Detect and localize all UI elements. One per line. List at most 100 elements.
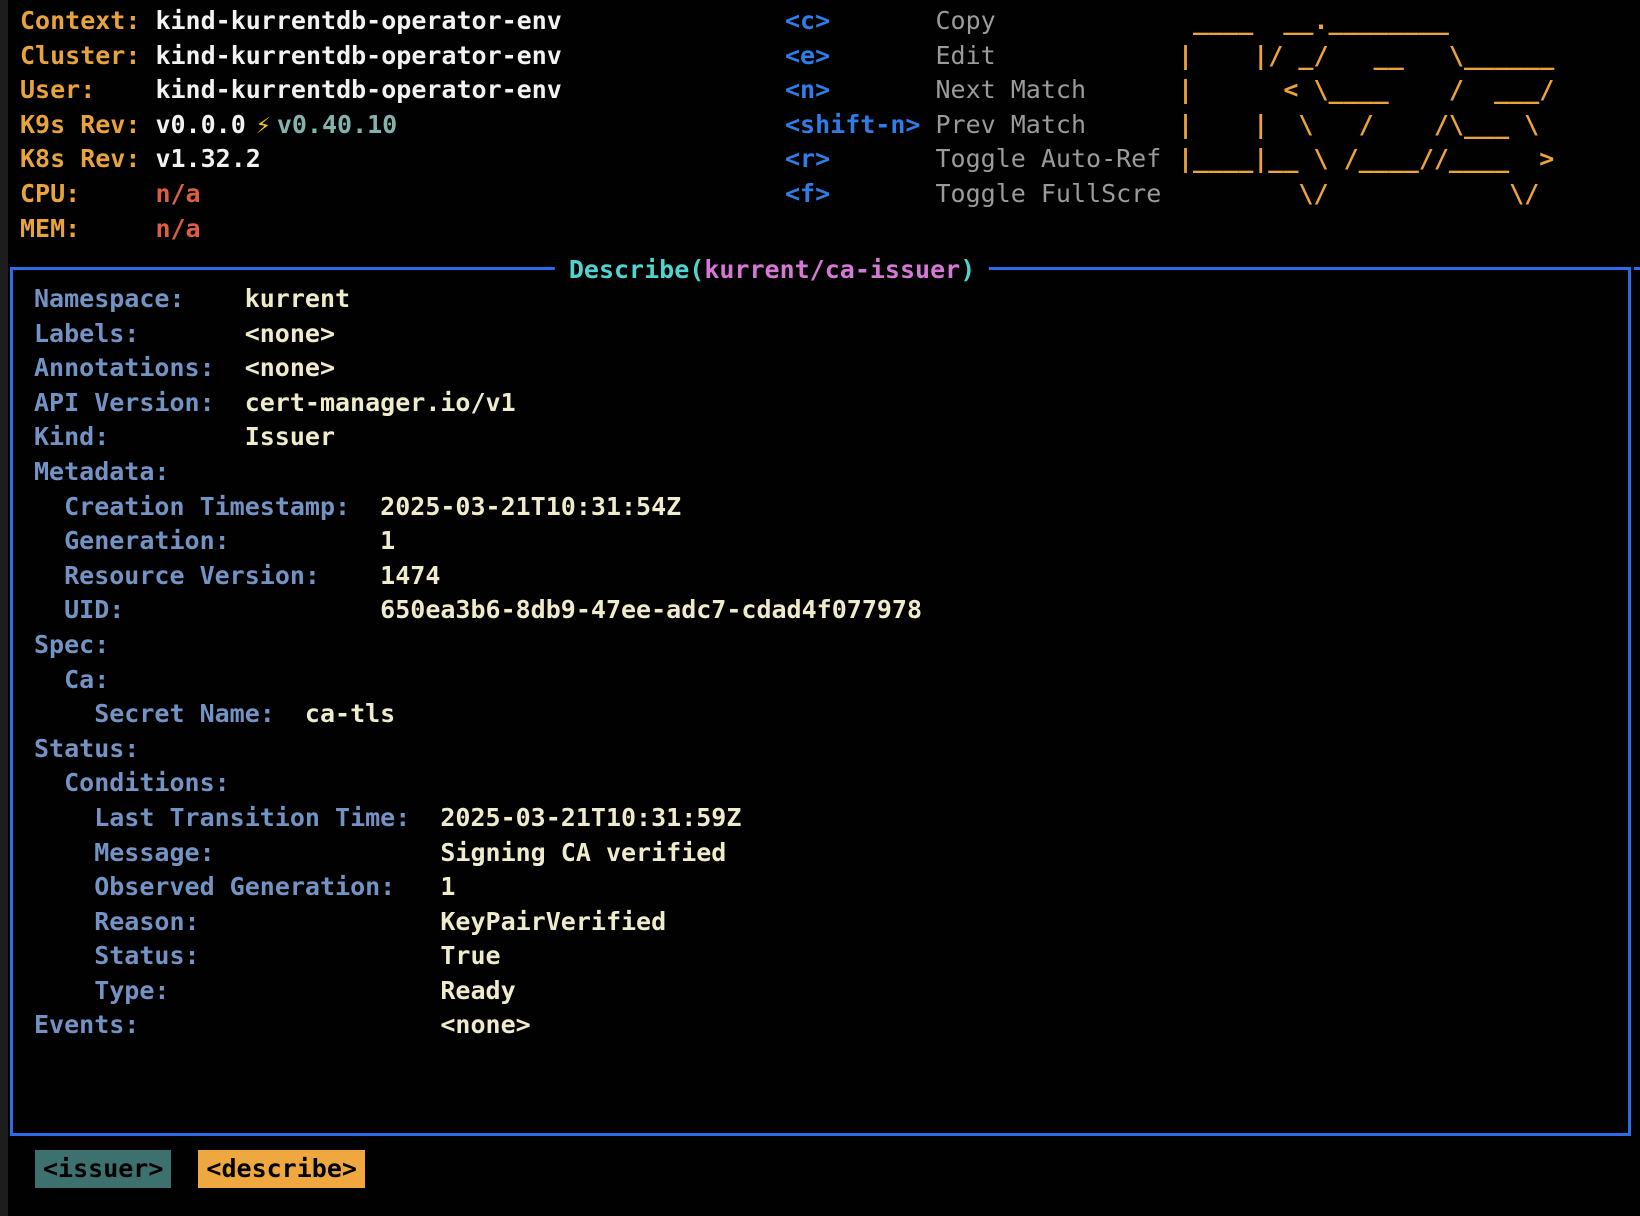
- logo-line: ____ __.________: [1178, 4, 1554, 39]
- cluster-info: Context:kind-kurrentdb-operator-env Clus…: [20, 4, 562, 246]
- logo-line: |____|__ \ /____//____ >: [1178, 142, 1554, 177]
- describe-key: Events:: [34, 1008, 440, 1043]
- breadcrumb: <issuer> <describe>: [35, 1150, 365, 1188]
- describe-value: 1474: [380, 561, 440, 590]
- k9s-ascii-logo: ____ __.________ | |/ _/ __ \______ | < …: [1178, 4, 1554, 212]
- describe-content[interactable]: Namespace:kurrent Labels:<none> Annotati…: [34, 282, 1628, 1043]
- describe-panel: Describe(kurrent/ca-issuer) Namespace:ku…: [10, 267, 1631, 1136]
- cluster-row: Cluster:kind-kurrentdb-operator-env: [20, 39, 562, 74]
- describe-line: Message:Signing CA verified: [34, 836, 1628, 871]
- describe-key: Kind:: [34, 420, 245, 455]
- describe-key: Spec:: [34, 628, 245, 663]
- describe-line: Metadata:: [34, 455, 1628, 490]
- describe-value: <none>: [440, 1010, 530, 1039]
- panel-title-resource: kurrent/ca-issuer: [704, 255, 960, 284]
- describe-line: Conditions:: [34, 766, 1628, 801]
- describe-value: True: [440, 941, 500, 970]
- describe-value: 1: [380, 526, 395, 555]
- describe-key: Annotations:: [34, 351, 245, 386]
- describe-line: Events:<none>: [34, 1008, 1628, 1043]
- shortcut-key: <r>: [785, 142, 936, 177]
- cluster-label: Cluster:: [20, 39, 155, 74]
- logo-line: | | \ / /\___ \: [1178, 108, 1554, 143]
- k9s-rev-label: K9s Rev:: [20, 108, 155, 143]
- describe-line: Status:True: [34, 939, 1628, 974]
- cpu-row: CPU:n/a: [20, 177, 562, 212]
- describe-key: Labels:: [34, 317, 245, 352]
- describe-line: Last Transition Time:2025-03-21T10:31:59…: [34, 801, 1628, 836]
- describe-line: Ca:: [34, 663, 1628, 698]
- shortcut-desc: Edit: [936, 41, 996, 70]
- context-value: kind-kurrentdb-operator-env: [155, 6, 561, 35]
- shortcut-key: <f>: [785, 177, 936, 212]
- mem-row: MEM:n/a: [20, 212, 562, 247]
- describe-value: KeyPairVerified: [440, 907, 666, 936]
- cpu-label: CPU:: [20, 177, 155, 212]
- shortcut-desc: Toggle FullScre: [936, 179, 1162, 208]
- describe-key: Namespace:: [34, 282, 245, 317]
- panel-title: Describe(kurrent/ca-issuer): [555, 252, 989, 288]
- describe-key: Creation Timestamp:: [34, 490, 380, 525]
- describe-line: Secret Name:ca-tls: [34, 697, 1628, 732]
- describe-key: UID:: [34, 593, 380, 628]
- user-row: User:kind-kurrentdb-operator-env: [20, 73, 562, 108]
- mem-label: MEM:: [20, 212, 155, 247]
- describe-key: Metadata:: [34, 455, 245, 490]
- shortcut-desc: Prev Match: [936, 110, 1087, 139]
- describe-key: Reason:: [34, 905, 440, 940]
- shortcut-toggle-autorefresh[interactable]: <r>Toggle Auto-Ref: [785, 142, 1161, 177]
- logo-line: | |/ _/ __ \______: [1178, 39, 1554, 74]
- describe-line: Labels:<none>: [34, 317, 1628, 352]
- context-label: Context:: [20, 4, 155, 39]
- k8s-rev-label: K8s Rev:: [20, 142, 155, 177]
- describe-value: <none>: [245, 319, 335, 348]
- describe-line: Generation:1: [34, 524, 1628, 559]
- describe-line: Annotations:<none>: [34, 351, 1628, 386]
- crumb-issuer[interactable]: <issuer>: [35, 1150, 171, 1188]
- describe-line: Type:Ready: [34, 974, 1628, 1009]
- describe-value: <none>: [245, 353, 335, 382]
- describe-value: kurrent: [245, 284, 350, 313]
- user-label: User:: [20, 73, 155, 108]
- describe-key: Type:: [34, 974, 440, 1009]
- shortcut-prev-match[interactable]: <shift-n>Prev Match: [785, 108, 1161, 143]
- describe-line: Spec:: [34, 628, 1628, 663]
- shortcut-menu: <c>Copy <e>Edit <n>Next Match <shift-n>P…: [785, 4, 1161, 212]
- adjacent-panel-border: [1634, 267, 1640, 270]
- k8s-rev-row: K8s Rev:v1.32.2: [20, 142, 562, 177]
- shortcut-desc: Toggle Auto-Ref: [936, 144, 1162, 173]
- shortcut-edit[interactable]: <e>Edit: [785, 39, 1161, 74]
- describe-value: 2025-03-21T10:31:59Z: [440, 803, 741, 832]
- shortcut-next-match[interactable]: <n>Next Match: [785, 73, 1161, 108]
- shortcut-key: <shift-n>: [785, 108, 936, 143]
- describe-key: Ca:: [34, 663, 305, 698]
- describe-line: Resource Version:1474: [34, 559, 1628, 594]
- window-edge: [0, 0, 8, 1216]
- shortcut-copy[interactable]: <c>Copy: [785, 4, 1161, 39]
- describe-line: Status:: [34, 732, 1628, 767]
- user-value: kind-kurrentdb-operator-env: [155, 75, 561, 104]
- crumb-describe[interactable]: <describe>: [198, 1150, 365, 1188]
- describe-key: API Version:: [34, 386, 245, 421]
- shortcut-toggle-fullscreen[interactable]: <f>Toggle FullScre: [785, 177, 1161, 212]
- describe-value: ca-tls: [305, 699, 395, 728]
- describe-line: UID:650ea3b6-8db9-47ee-adc7-cdad4f077978: [34, 593, 1628, 628]
- describe-line: API Version:cert-manager.io/v1: [34, 386, 1628, 421]
- describe-key: Secret Name:: [34, 697, 305, 732]
- k9s-terminal: Context:kind-kurrentdb-operator-env Clus…: [0, 0, 1640, 1216]
- describe-key: Status:: [34, 732, 245, 767]
- upgrade-bolt-icon: ⚡: [256, 110, 271, 139]
- shortcut-desc: Next Match: [936, 75, 1087, 104]
- logo-line: \/ \/: [1178, 177, 1554, 212]
- k8s-rev-value: v1.32.2: [155, 144, 260, 173]
- describe-value: Signing CA verified: [440, 838, 726, 867]
- describe-key: Last Transition Time:: [34, 801, 440, 836]
- shortcut-key: <c>: [785, 4, 936, 39]
- describe-value: cert-manager.io/v1: [245, 388, 516, 417]
- describe-value: 650ea3b6-8db9-47ee-adc7-cdad4f077978: [380, 595, 922, 624]
- describe-line: Observed Generation:1: [34, 870, 1628, 905]
- describe-value: 2025-03-21T10:31:54Z: [380, 492, 681, 521]
- k9s-rev-value: v0.0.0: [155, 110, 245, 139]
- describe-line: Kind:Issuer: [34, 420, 1628, 455]
- shortcut-key: <e>: [785, 39, 936, 74]
